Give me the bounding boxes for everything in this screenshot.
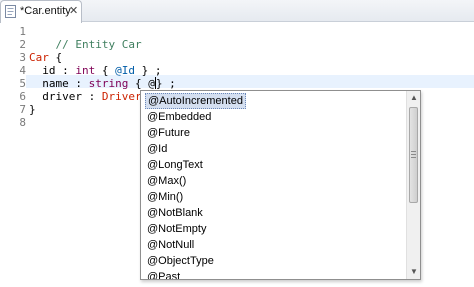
proposal-list[interactable]: @AutoIncremented @Embedded @Future @Id @… (141, 91, 407, 279)
proposal-item[interactable]: @Max() (147, 173, 186, 189)
tab-car-entity[interactable]: *Car.entity ✕ (0, 0, 82, 23)
proposal-item[interactable]: @NotEmpty (147, 221, 206, 237)
proposal-item[interactable]: @Future (147, 125, 190, 141)
line-number: 7 (19, 103, 26, 116)
proposal-item[interactable]: @Id (147, 141, 167, 157)
code-text: id : (29, 64, 76, 77)
proposal-item[interactable]: @AutoIncremented (145, 93, 246, 109)
code-text: { @ (128, 77, 155, 90)
line-number: 4 (19, 64, 26, 77)
line-number: 6 (19, 90, 26, 103)
code-text: driver : (29, 90, 102, 103)
line-number: 8 (19, 116, 26, 129)
grip-line (411, 154, 416, 155)
proposal-item[interactable]: @Embedded (147, 109, 211, 125)
content-assist-popup[interactable]: @AutoIncremented @Embedded @Future @Id @… (140, 90, 421, 280)
grip-line (411, 157, 416, 158)
type-keyword: int (75, 64, 96, 77)
code-text: { (48, 51, 63, 64)
entity-name: Car (29, 51, 49, 64)
close-icon[interactable]: ✕ (69, 4, 78, 17)
proposal-item[interactable]: @LongText (147, 157, 203, 173)
proposal-item[interactable]: @Min() (147, 189, 183, 205)
type-keyword: string (88, 77, 129, 90)
code-text: } ; (134, 64, 162, 77)
proposal-item[interactable]: @NotNull (147, 237, 194, 253)
comment-text: // Entity Car (55, 38, 142, 51)
editor-tab-bar: *Car.entity ✕ (0, 0, 474, 23)
code-text: } (29, 103, 36, 116)
entity-file-icon (5, 5, 17, 18)
grip-line (411, 151, 416, 152)
proposal-item[interactable]: @NotBlank (147, 205, 203, 221)
proposal-item[interactable]: @Past (147, 269, 180, 279)
code-text: } ; (155, 77, 176, 90)
line-number: 3 (19, 51, 26, 64)
scroll-thumb[interactable] (409, 107, 418, 203)
vertical-scrollbar[interactable]: ▲ ▼ (406, 91, 420, 279)
tab-label: *Car.entity (20, 5, 71, 17)
line-number: 5 (19, 77, 26, 90)
code-line-1: // Entity Car (29, 25, 142, 51)
code-line-4: id : int { @Id } ; (29, 64, 161, 77)
scroll-up-icon[interactable]: ▲ (407, 91, 421, 105)
type-reference: Driver (101, 90, 142, 103)
code-text: { (95, 64, 116, 77)
code-line-3: Car { (29, 51, 62, 64)
scroll-down-icon[interactable]: ▼ (407, 265, 421, 279)
annotation-text: @Id (115, 64, 135, 77)
code-line-5: name : string { @} ; (29, 77, 176, 90)
code-line-7: } (29, 103, 36, 116)
code-line-6: driver : Driver ; (29, 90, 155, 103)
code-text: name : (29, 77, 89, 90)
proposal-item[interactable]: @ObjectType (147, 253, 214, 269)
line-number: 1 (19, 25, 26, 38)
line-number: 2 (19, 38, 26, 51)
